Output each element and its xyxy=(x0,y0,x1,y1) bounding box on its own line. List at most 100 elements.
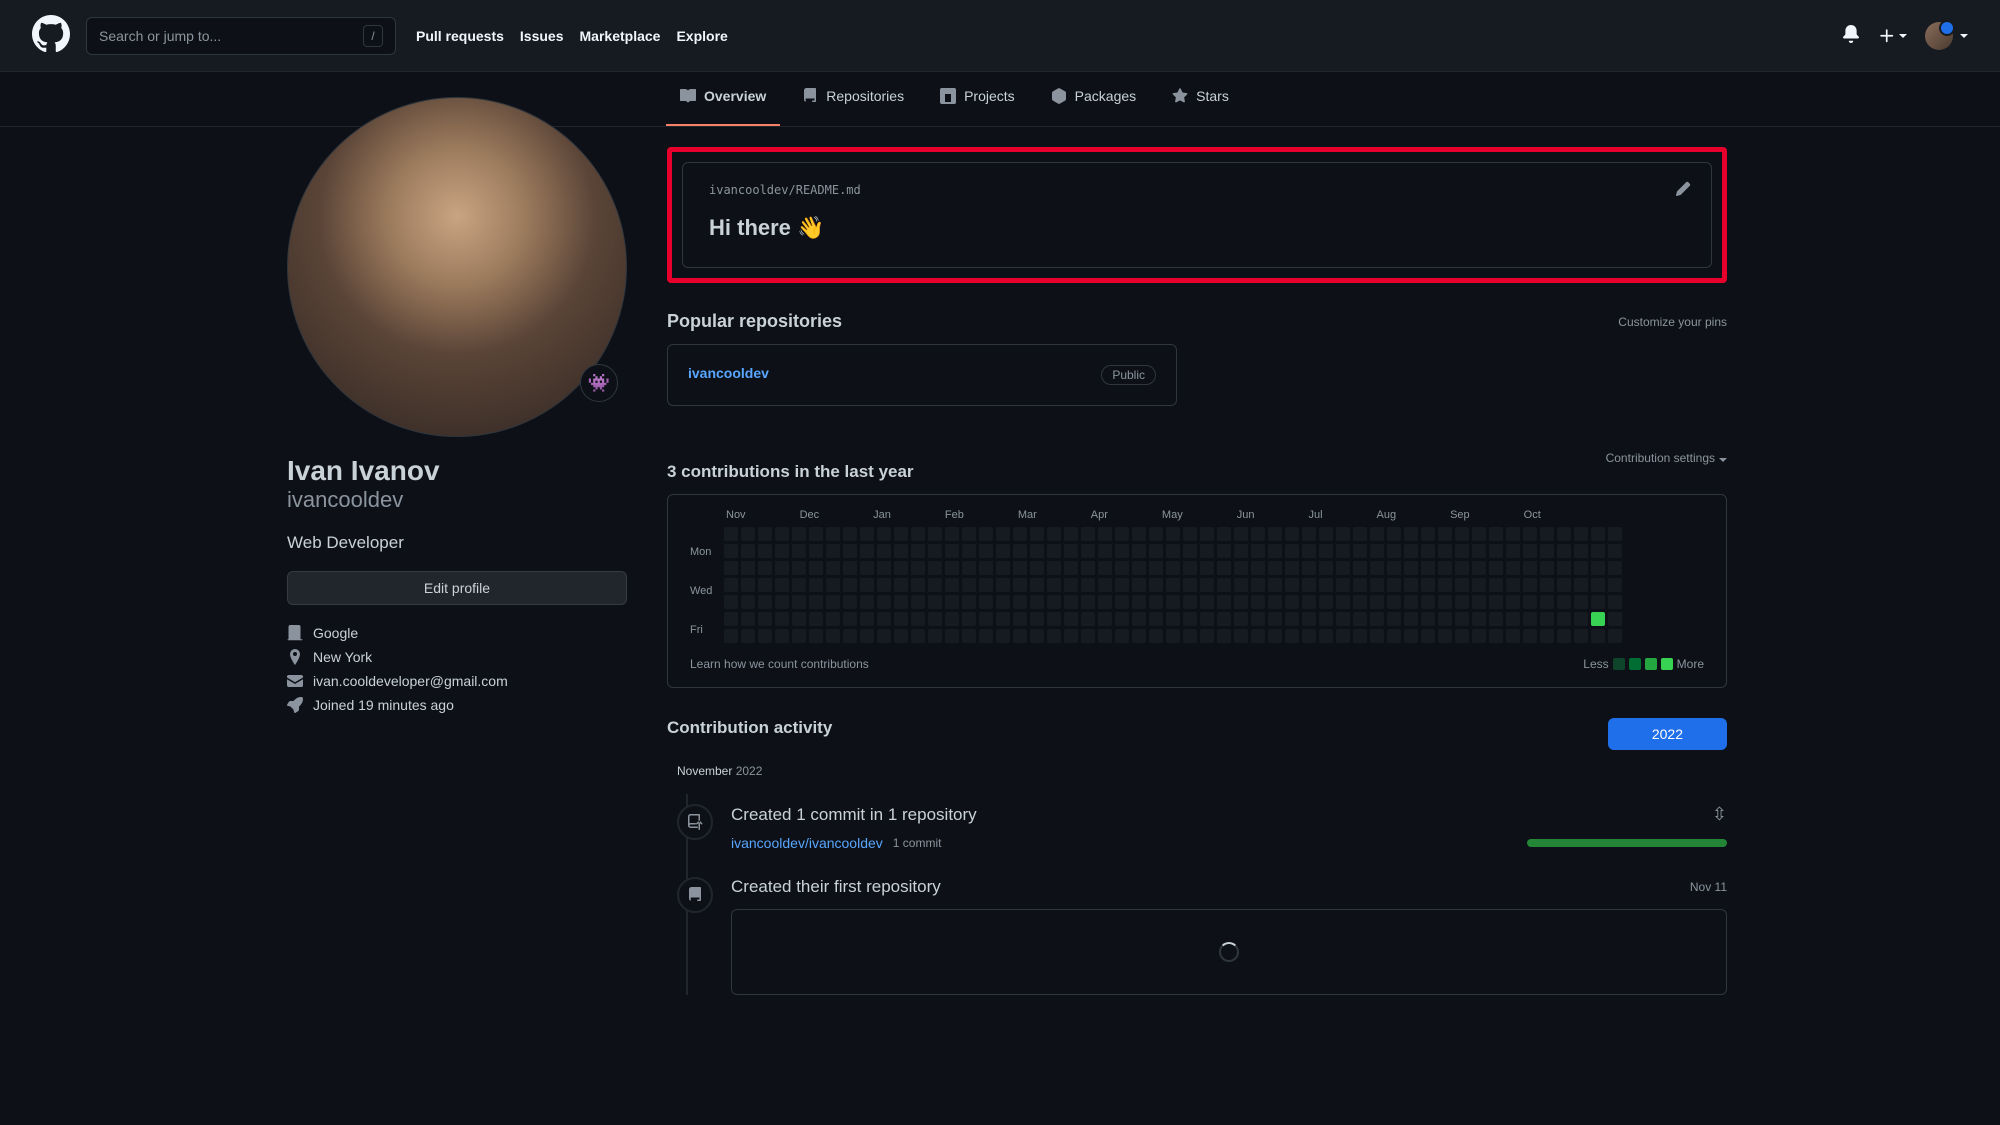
profile-readme: ivancooldev/README.md Hi there 👋 xyxy=(682,162,1712,268)
graph-months: Nov Dec Jan Feb Mar Apr May Jun Jul Aug … xyxy=(726,509,1704,521)
timeline-item-date: Nov 11 xyxy=(1690,880,1727,894)
company-text: Google xyxy=(313,625,358,641)
nav-marketplace[interactable]: Marketplace xyxy=(580,28,661,44)
user-menu[interactable] xyxy=(1925,22,1968,50)
graph-day-labels: Mon Wed Fri xyxy=(690,527,724,643)
readme-path: ivancooldev/README.md xyxy=(709,183,1685,197)
month-label: Apr xyxy=(1091,509,1108,521)
global-header: / Pull requests Issues Marketplace Explo… xyxy=(0,0,2000,72)
contribution-cells[interactable] xyxy=(724,527,1622,643)
month-label: Aug xyxy=(1377,509,1397,521)
profile-name: Ivan Ivanov xyxy=(287,455,627,487)
edit-profile-button[interactable]: Edit profile xyxy=(287,571,627,605)
github-logo[interactable] xyxy=(32,15,70,56)
tab-label: Projects xyxy=(964,88,1015,104)
profile-bio: Web Developer xyxy=(287,533,627,553)
readme-path-sep: / xyxy=(788,183,795,197)
status-emoji[interactable]: 👾 xyxy=(580,364,618,402)
tab-label: Repositories xyxy=(826,88,904,104)
month-label: Jan xyxy=(873,509,891,521)
vcard-joined: Joined 19 minutes ago xyxy=(287,697,627,713)
header-right xyxy=(1842,22,1968,50)
mail-icon xyxy=(287,673,303,689)
readme-heading: Hi there 👋 xyxy=(709,215,1685,241)
edit-readme-button[interactable] xyxy=(1675,181,1691,200)
legend-cell xyxy=(1645,658,1657,670)
visibility-badge: Public xyxy=(1101,365,1156,385)
caret-down-icon xyxy=(1719,458,1727,462)
popular-repos-title: Popular repositories xyxy=(667,311,842,332)
tab-stars[interactable]: Stars xyxy=(1158,72,1243,126)
activity-timeline: November 2022 Created 1 commit in 1 repo… xyxy=(677,764,1727,995)
vcard-email[interactable]: ivan.cooldeveloper@gmail.com xyxy=(287,673,627,689)
month-label: Oct xyxy=(1524,509,1541,521)
learn-contributions-link[interactable]: Learn how we count contributions xyxy=(690,657,869,671)
tab-label: Packages xyxy=(1075,88,1136,104)
nav-issues[interactable]: Issues xyxy=(520,28,564,44)
repo-card[interactable]: ivancooldev Public xyxy=(667,344,1177,406)
main-content: ivancooldev/README.md Hi there 👋 Popular… xyxy=(667,127,1727,995)
search-box[interactable]: / xyxy=(86,17,396,55)
pencil-icon xyxy=(1675,181,1691,197)
legend-cell xyxy=(1613,658,1625,670)
readme-path-file: README xyxy=(796,183,839,197)
month-label: Jun xyxy=(1237,509,1255,521)
repo-name-link[interactable]: ivancooldev xyxy=(688,365,769,381)
timeline-item-commits: Created 1 commit in 1 repository ⇳ ivanc… xyxy=(677,804,1727,851)
repo-icon xyxy=(677,877,713,913)
profile-avatar[interactable]: 👾 xyxy=(287,97,627,437)
first-repo-panel xyxy=(731,909,1727,995)
nav-explore[interactable]: Explore xyxy=(676,28,727,44)
legend-cell xyxy=(1661,658,1673,670)
contributions-title: 3 contributions in the last year xyxy=(667,462,914,482)
month-label: Dec xyxy=(800,509,820,521)
timeline-item-first-repo: Created their first repository Nov 11 xyxy=(677,877,1727,995)
month-label: Nov xyxy=(726,509,746,521)
pinned-repos: ivancooldev Public xyxy=(667,344,1727,406)
notifications-icon[interactable] xyxy=(1842,25,1860,46)
activity-title: Contribution activity xyxy=(667,718,832,738)
contribution-legend: Less More xyxy=(1583,657,1704,671)
legend-more: More xyxy=(1677,657,1704,671)
collapse-icon[interactable]: ⇳ xyxy=(1712,804,1727,825)
tab-projects[interactable]: Projects xyxy=(926,72,1029,126)
tab-overview[interactable]: Overview xyxy=(666,72,780,126)
profile-login: ivancooldev xyxy=(287,487,627,513)
tab-repositories[interactable]: Repositories xyxy=(788,72,918,126)
day-label: Fri xyxy=(690,624,724,636)
timeline-item-title: Created 1 commit in 1 repository xyxy=(731,805,977,825)
avatar xyxy=(1925,22,1953,50)
vcard: Google New York ivan.cooldeveloper@gmail… xyxy=(287,625,627,713)
location-text: New York xyxy=(313,649,372,665)
legend-less: Less xyxy=(1583,657,1608,671)
timeline-repo-link[interactable]: ivancooldev/ivancooldev xyxy=(731,835,883,851)
contribution-graph: Nov Dec Jan Feb Mar Apr May Jun Jul Aug … xyxy=(667,494,1727,688)
joined-text: Joined 19 minutes ago xyxy=(313,697,454,713)
month-label: Jul xyxy=(1308,509,1322,521)
caret-down-icon xyxy=(1899,34,1907,38)
customize-pins-link[interactable]: Customize your pins xyxy=(1618,315,1727,329)
tab-label: Stars xyxy=(1196,88,1229,104)
profile-sidebar: 👾 Ivan Ivanov ivancooldev Web Developer … xyxy=(287,97,627,995)
month-label: May xyxy=(1162,509,1183,521)
year-filter-2022[interactable]: 2022 xyxy=(1608,718,1727,750)
month-label: Feb xyxy=(945,509,964,521)
caret-down-icon xyxy=(1960,34,1968,38)
nav-pull-requests[interactable]: Pull requests xyxy=(416,28,504,44)
day-label: Mon xyxy=(690,546,724,558)
vcard-company: Google xyxy=(287,625,627,641)
organization-icon xyxy=(287,625,303,641)
readme-path-user: ivancooldev xyxy=(709,183,788,197)
readme-highlight: ivancooldev/README.md Hi there 👋 xyxy=(667,147,1727,283)
create-new-dropdown[interactable] xyxy=(1878,27,1907,45)
contribution-settings-label: Contribution settings xyxy=(1606,451,1715,465)
contribution-settings-dropdown[interactable]: Contribution settings xyxy=(1606,451,1727,465)
vcard-location: New York xyxy=(287,649,627,665)
month-label: Sep xyxy=(1450,509,1470,521)
timeline-item-title: Created their first repository xyxy=(731,877,941,897)
tab-packages[interactable]: Packages xyxy=(1037,72,1150,126)
loading-spinner xyxy=(1219,942,1239,962)
timeline-commit-count: 1 commit xyxy=(893,836,942,850)
timeline-month: November 2022 xyxy=(677,764,1727,778)
search-input[interactable] xyxy=(99,28,363,44)
